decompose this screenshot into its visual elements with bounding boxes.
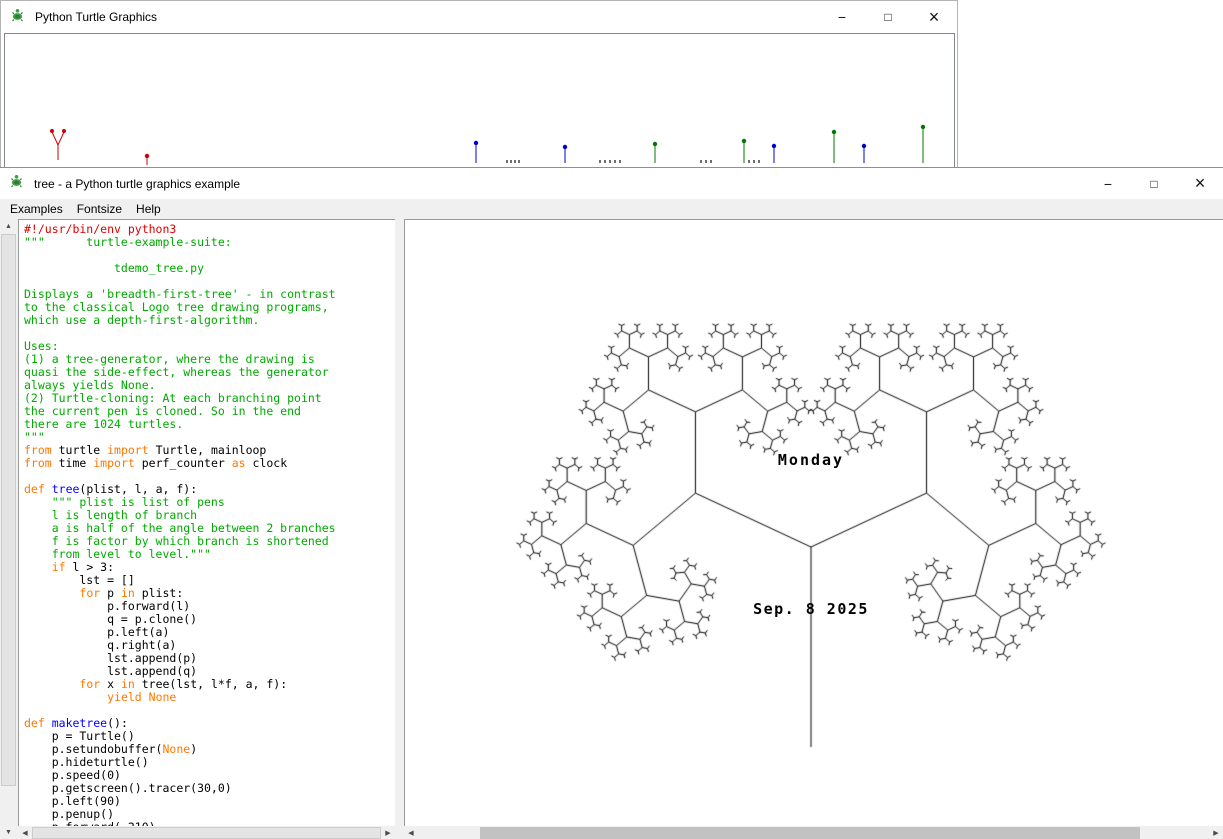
back-window-controls: − □ × — [819, 1, 957, 33]
scroll-right-icon[interactable]: ▶ — [1209, 826, 1223, 839]
minimize-button[interactable]: − — [1085, 168, 1131, 199]
tree-demo-window: tree - a Python turtle graphics example … — [0, 167, 1223, 839]
canvas-horizontal-scrollbar[interactable]: ◀ ▶ — [404, 826, 1223, 839]
menu-examples[interactable]: Examples — [3, 201, 70, 217]
pane-divider[interactable] — [395, 219, 404, 839]
scroll-up-icon[interactable]: ▲ — [0, 219, 17, 234]
scroll-down-icon[interactable]: ▼ — [0, 825, 17, 839]
front-window-controls: − □ × — [1085, 168, 1223, 199]
minimize-icon: − — [1104, 176, 1112, 192]
scroll-right-icon[interactable]: ▶ — [381, 826, 395, 839]
maximize-button[interactable]: □ — [865, 1, 911, 33]
drawing-canvas-pane: Monday Sep. 8 2025 — [404, 219, 1223, 826]
demo-content: ▲ ▼ #!/usr/bin/env python3""" turtle-exa… — [0, 219, 1223, 839]
front-window-titlebar[interactable]: tree - a Python turtle graphics example … — [0, 168, 1223, 199]
close-button[interactable]: × — [1177, 168, 1223, 199]
code-line: yield None — [24, 691, 395, 704]
close-icon: × — [1195, 173, 1206, 194]
code-line: """ turtle-example-suite: — [24, 236, 395, 249]
vertical-scroll-thumb[interactable] — [1, 234, 16, 786]
code-line — [24, 327, 395, 340]
code-hscroll-thumb[interactable] — [32, 827, 381, 839]
minimize-button[interactable]: − — [819, 1, 865, 33]
turtle-icon — [10, 7, 26, 28]
desktop: Python Turtle Graphics − □ × — [0, 0, 1223, 839]
code-line: which use a depth-first-algorithm. — [24, 314, 395, 327]
menu-fontsize[interactable]: Fontsize — [70, 201, 129, 217]
weekday-label: Monday — [778, 451, 844, 469]
maximize-icon: □ — [884, 10, 891, 24]
front-window-title: tree - a Python turtle graphics example — [34, 177, 240, 191]
close-button[interactable]: × — [911, 1, 957, 33]
back-window-titlebar[interactable]: Python Turtle Graphics − □ × — [1, 1, 957, 33]
code-view[interactable]: #!/usr/bin/env python3""" turtle-example… — [19, 220, 395, 826]
code-horizontal-scrollbar[interactable]: ◀ ▶ — [18, 826, 395, 839]
maximize-icon: □ — [1150, 177, 1157, 191]
code-line: tdemo_tree.py — [24, 262, 395, 275]
maximize-button[interactable]: □ — [1131, 168, 1177, 199]
date-label: Sep. 8 2025 — [753, 600, 869, 618]
minimize-icon: − — [838, 9, 846, 25]
turtle-icon — [9, 173, 25, 194]
code-line: from time import perf_counter as clock — [24, 457, 395, 470]
scroll-left-icon[interactable]: ◀ — [18, 826, 32, 839]
fractal-tree-drawing — [405, 220, 1223, 826]
menubar: Examples Fontsize Help — [0, 199, 1223, 219]
scroll-left-icon[interactable]: ◀ — [404, 826, 418, 839]
menu-help[interactable]: Help — [129, 201, 168, 217]
code-line: there are 1024 turtles. — [24, 418, 395, 431]
back-window-title: Python Turtle Graphics — [35, 10, 157, 24]
close-icon: × — [929, 7, 940, 28]
code-vertical-scrollbar[interactable]: ▲ ▼ — [0, 219, 17, 839]
source-code-panel[interactable]: #!/usr/bin/env python3""" turtle-example… — [18, 219, 395, 826]
canvas-hscroll-thumb[interactable] — [480, 827, 1140, 839]
